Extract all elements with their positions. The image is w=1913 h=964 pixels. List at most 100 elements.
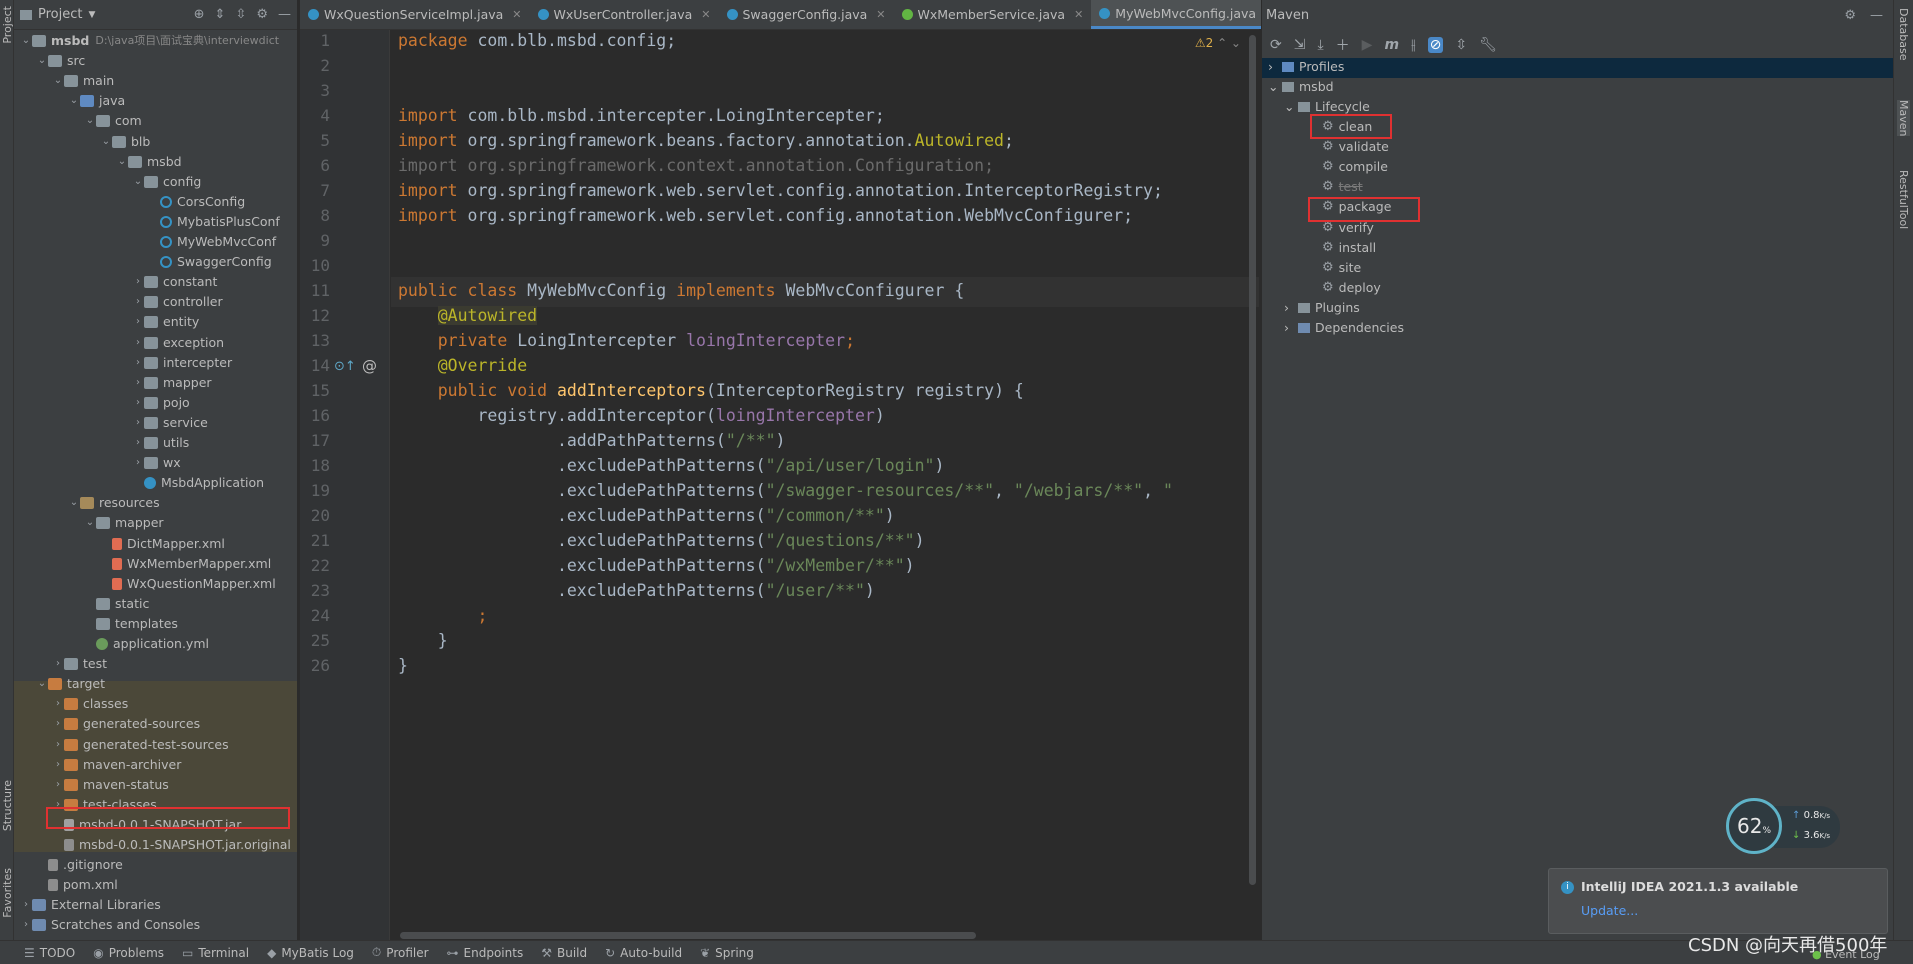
chevron-right-icon[interactable]: › xyxy=(1268,57,1282,77)
chevron-right-icon[interactable]: › xyxy=(20,895,32,915)
tree-item[interactable]: pom.xml xyxy=(14,875,297,895)
chevron-right-icon[interactable]: › xyxy=(132,413,144,433)
chevron-down-icon[interactable]: ⌄ xyxy=(68,493,80,513)
gear-icon[interactable]: ⚙ xyxy=(256,7,268,22)
tree-item[interactable]: static xyxy=(14,594,297,614)
project-view-selector[interactable]: Project xyxy=(38,7,82,22)
chevron-right-icon[interactable]: › xyxy=(1284,318,1298,338)
close-icon[interactable]: ✕ xyxy=(1074,8,1083,21)
chevron-down-icon[interactable]: ⌄ xyxy=(84,513,96,533)
maven-goal-compile[interactable]: ⚙ compile xyxy=(1322,157,1388,177)
bottom-tab-todo[interactable]: ☰ TODO xyxy=(24,946,75,960)
chevron-right-icon[interactable]: › xyxy=(1284,298,1298,318)
chevron-down-icon[interactable]: ⌄ xyxy=(100,132,112,152)
tree-item[interactable]: › exception xyxy=(14,333,297,353)
close-icon[interactable]: ✕ xyxy=(512,8,521,21)
maven-goal-validate[interactable]: ⚙ validate xyxy=(1322,137,1389,157)
collapse-all-icon[interactable]: ⇳ xyxy=(235,7,246,22)
maven-tool-tab[interactable]: Maven xyxy=(1897,100,1910,137)
gutter-override-icon[interactable]: ⊙↑ xyxy=(334,359,356,374)
tree-item[interactable]: › generated-test-sources xyxy=(14,735,297,755)
chevron-down-icon[interactable]: ⌄ xyxy=(132,172,144,192)
editor-vertical-scrollbar[interactable] xyxy=(1249,35,1256,885)
bottom-tab-endpoints[interactable]: ⊶ Endpoints xyxy=(447,946,524,960)
execute-goal-icon[interactable]: m xyxy=(1384,37,1399,53)
tree-item[interactable]: MsbdApplication xyxy=(14,473,297,493)
tree-item[interactable]: ⌄ java xyxy=(14,91,297,111)
tree-item[interactable]: templates xyxy=(14,614,297,634)
restful-tool-tab[interactable]: RestfulTool xyxy=(1897,170,1910,229)
toggle-offline-icon[interactable]: ⫲ xyxy=(1411,37,1416,53)
minimize-icon[interactable]: — xyxy=(1870,8,1883,23)
close-icon[interactable]: ✕ xyxy=(876,8,885,21)
chevron-right-icon[interactable]: › xyxy=(132,333,144,353)
tree-item[interactable]: ⌄ blb xyxy=(14,132,297,152)
chevron-down-icon[interactable]: ⌄ xyxy=(1268,77,1282,97)
chevron-down-icon[interactable]: ▼ xyxy=(88,10,95,20)
chevron-right-icon[interactable]: › xyxy=(52,694,64,714)
chevron-right-icon[interactable]: › xyxy=(132,393,144,413)
tree-item[interactable]: › controller xyxy=(14,292,297,312)
chevron-right-icon[interactable]: › xyxy=(52,654,64,674)
chevron-right-icon[interactable]: › xyxy=(132,312,144,332)
chevron-down-icon[interactable]: ⌄ xyxy=(68,91,80,111)
tree-item[interactable]: › External Libraries xyxy=(14,895,297,915)
tree-item[interactable]: ⌄ resources xyxy=(14,493,297,513)
tree-item[interactable]: MybatisPlusConf xyxy=(14,212,297,232)
tree-item[interactable]: › maven-status xyxy=(14,775,297,795)
bottom-tab-problems[interactable]: ◉ Problems xyxy=(93,946,164,960)
favorites-tool-tab[interactable]: Favorites xyxy=(1,868,14,918)
tree-item[interactable]: › wx xyxy=(14,453,297,473)
tree-item[interactable]: ⌄ src xyxy=(14,51,297,71)
locate-icon[interactable]: ⊕ xyxy=(194,7,205,22)
chevron-right-icon[interactable]: › xyxy=(52,775,64,795)
tree-item[interactable]: ⌄ target xyxy=(14,674,297,694)
tab-wxquestionserviceimpl[interactable]: WxQuestionServiceImpl.java ✕ xyxy=(300,0,530,29)
chevron-right-icon[interactable]: › xyxy=(132,353,144,373)
tree-item[interactable]: CorsConfig xyxy=(14,192,297,212)
tree-item[interactable]: › maven-archiver xyxy=(14,755,297,775)
chevron-right-icon[interactable]: › xyxy=(52,714,64,734)
chevron-right-icon[interactable]: › xyxy=(132,373,144,393)
chevron-right-icon[interactable]: › xyxy=(20,915,32,935)
tree-item[interactable]: › generated-sources xyxy=(14,714,297,734)
update-link[interactable]: Update... xyxy=(1581,903,1638,918)
chevron-down-icon[interactable]: ⌄ xyxy=(116,152,128,172)
generate-sources-icon[interactable]: ⇲ xyxy=(1294,37,1306,53)
maven-dependencies[interactable]: › Dependencies xyxy=(1284,318,1404,338)
bottom-tab-spring[interactable]: ❦ Spring xyxy=(700,946,754,960)
run-icon[interactable]: ▶ xyxy=(1362,37,1373,53)
gear-icon[interactable]: ⚙ xyxy=(1844,8,1856,23)
tree-item[interactable]: msbd-0.0.1-SNAPSHOT.jar.original xyxy=(14,835,297,855)
tab-swaggerconfig[interactable]: SwaggerConfig.java ✕ xyxy=(719,0,894,29)
tree-item[interactable]: .gitignore xyxy=(14,855,297,875)
tree-item[interactable]: ⌄ msbd D:\java项目\面试宝典\interviewdict xyxy=(14,31,297,51)
tree-item[interactable]: WxMemberMapper.xml xyxy=(14,554,297,574)
maven-goal-install[interactable]: ⚙ install xyxy=(1322,238,1376,258)
warnings-indicator[interactable]: ⚠2 ⌃ ⌄ xyxy=(1195,36,1241,50)
bottom-tab-profiler[interactable]: ⏱ Profiler xyxy=(372,945,429,960)
tree-item[interactable]: › test xyxy=(14,654,297,674)
expand-all-icon[interactable]: ⇕ xyxy=(215,7,226,22)
bottom-tab-terminal[interactable]: ▭ Terminal xyxy=(182,946,249,960)
wrench-icon[interactable]: 🔧︎ xyxy=(1479,37,1497,53)
maven-goal-deploy[interactable]: ⚙ deploy xyxy=(1322,278,1381,298)
chevron-right-icon[interactable]: › xyxy=(52,735,64,755)
chevron-right-icon[interactable]: › xyxy=(132,433,144,453)
chevron-down-icon[interactable]: ⌄ xyxy=(36,674,48,694)
tab-wxmemberservice[interactable]: WxMemberService.java ✕ xyxy=(894,0,1092,29)
maven-goal-test[interactable]: ⚙ test xyxy=(1322,177,1363,197)
tree-item[interactable]: ⌄ main xyxy=(14,71,297,91)
project-tool-tab[interactable]: Project xyxy=(1,6,14,44)
bottom-tab-mybatis-log[interactable]: ◆ MyBatis Log xyxy=(267,946,354,960)
tree-item[interactable]: › pojo xyxy=(14,393,297,413)
chevron-down-icon[interactable]: ⌄ xyxy=(36,51,48,71)
tree-item[interactable]: ⌄ config xyxy=(14,172,297,192)
chevron-right-icon[interactable]: › xyxy=(132,453,144,473)
code-editor[interactable]: 1 2 3 4 5 6 7 8 9 10 11 12 13 14 15 16 17 18 19 20 21 22 23 24 2… xyxy=(300,30,1259,940)
reload-icon[interactable]: ⟳ xyxy=(1270,37,1282,53)
chevron-right-icon[interactable]: › xyxy=(132,292,144,312)
tree-item[interactable]: › entity xyxy=(14,312,297,332)
skip-tests-icon[interactable]: ⊘ xyxy=(1427,36,1444,53)
bottom-tab-auto-build[interactable]: ↻ Auto-build xyxy=(605,946,682,960)
